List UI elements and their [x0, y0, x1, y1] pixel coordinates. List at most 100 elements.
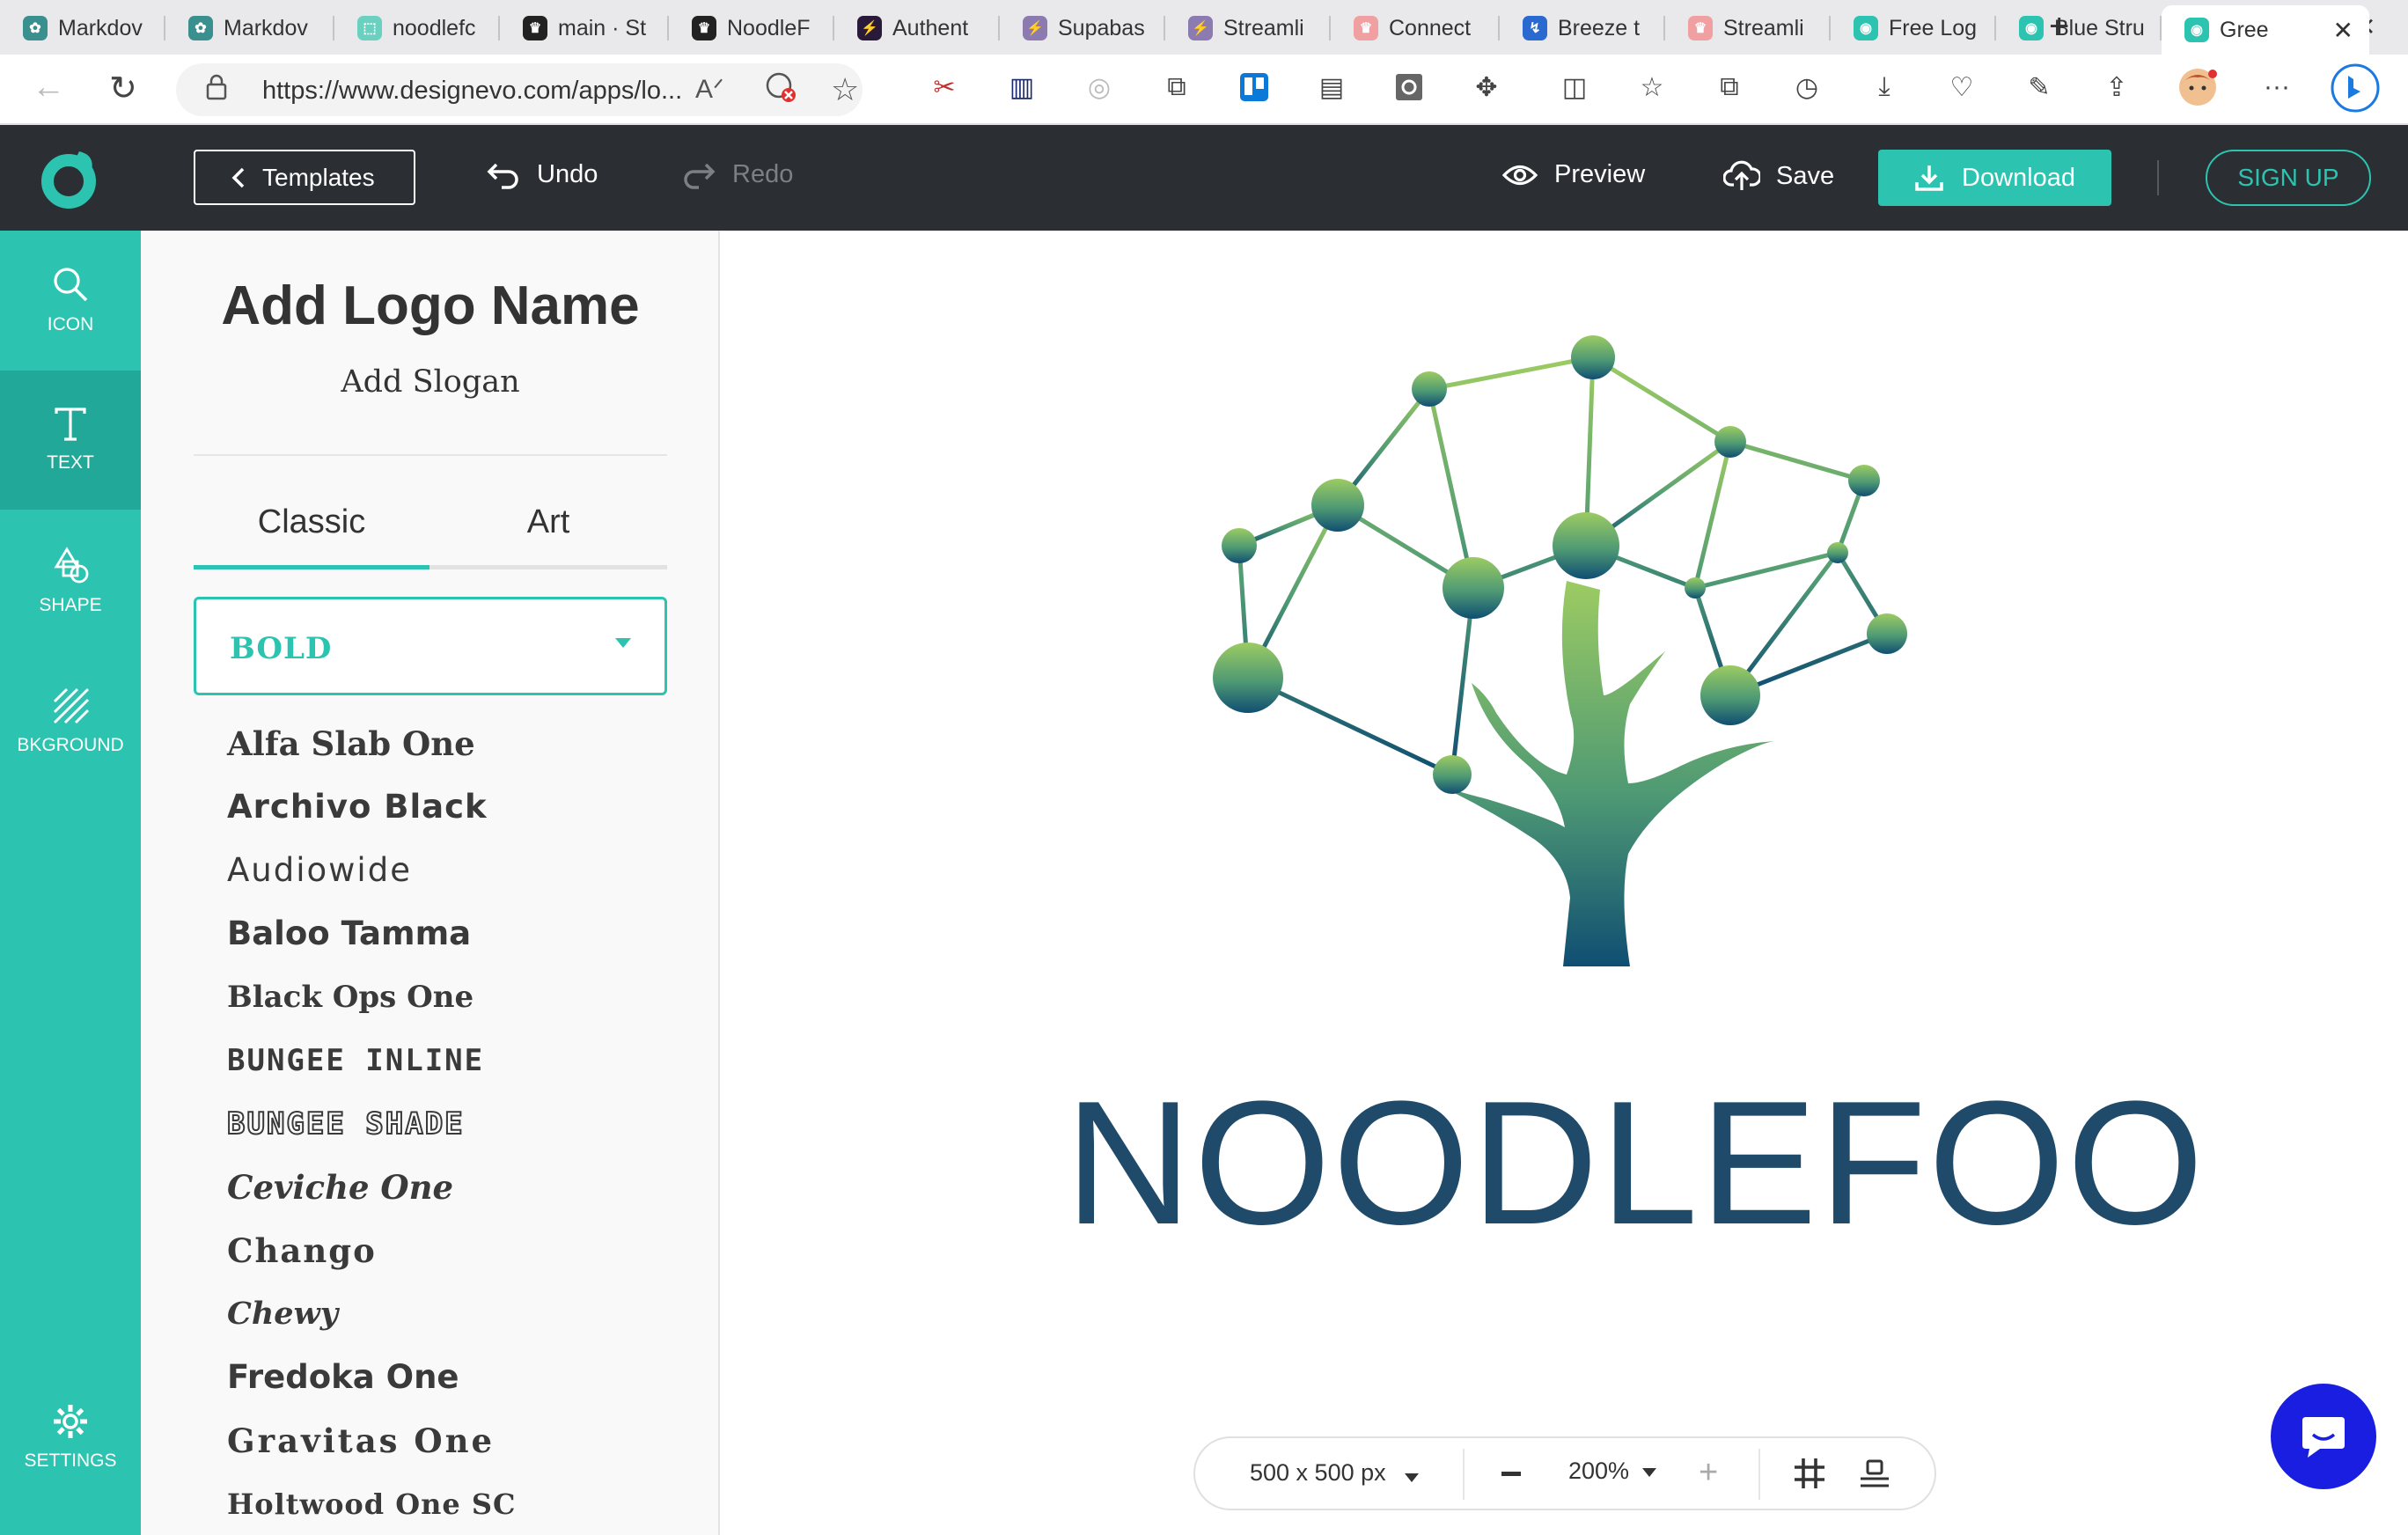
- refresh-icon[interactable]: ↻: [109, 69, 137, 108]
- templates-button[interactable]: Templates: [194, 150, 415, 205]
- font-list-item[interactable]: Gravitas One: [227, 1421, 685, 1484]
- preview-button[interactable]: Preview: [1501, 160, 1645, 189]
- browser-tab[interactable]: ⬚ noodlefc: [334, 7, 500, 49]
- extension-books-icon[interactable]: ▥: [1005, 70, 1039, 104]
- zoom-in-button[interactable]: +: [1699, 1454, 1718, 1492]
- font-category-dropdown[interactable]: BOLD: [194, 597, 667, 695]
- font-list-item[interactable]: Ceviche One: [227, 1167, 685, 1230]
- profile-avatar[interactable]: [2177, 67, 2218, 107]
- chevron-left-icon: [231, 167, 245, 187]
- font-list-item[interactable]: Archivo Black: [227, 787, 685, 850]
- font-list-item[interactable]: Alfa Slab One: [227, 723, 685, 787]
- add-slogan-button[interactable]: Add Slogan: [141, 364, 720, 400]
- font-list-item[interactable]: Fredoka One: [227, 1357, 685, 1421]
- browser-tab[interactable]: ⚡ Streamli: [1165, 7, 1331, 49]
- rail-item-text[interactable]: TEXT: [0, 371, 141, 510]
- logo-wordmark[interactable]: NOODLEFOO: [1065, 1076, 2204, 1252]
- save-button[interactable]: Save: [1723, 160, 1834, 192]
- rail-background-label: BKGROUND: [17, 735, 124, 755]
- rail-item-icon[interactable]: ICON: [0, 231, 141, 370]
- font-list-item[interactable]: Holtwood One SC: [227, 1484, 685, 1535]
- font-list-item[interactable]: Chango: [227, 1230, 685, 1294]
- canvas-toolbar: 500 x 500 px 200% +: [1193, 1436, 1936, 1510]
- font-list-item[interactable]: Audiowide: [227, 850, 685, 914]
- browser-tab[interactable]: ↯ Breeze t: [1500, 7, 1665, 49]
- zoom-level-dropdown[interactable]: 200%: [1568, 1458, 1629, 1485]
- preview-label: Preview: [1554, 160, 1646, 188]
- browser-tab[interactable]: ◉ Free Log: [1831, 7, 1996, 49]
- chat-support-button[interactable]: [2271, 1384, 2376, 1489]
- extensions-puzzle-icon[interactable]: ✥: [1470, 70, 1503, 104]
- rail-item-shape[interactable]: SHAPE: [0, 511, 141, 650]
- toolbar-divider: [1463, 1449, 1465, 1500]
- caret-down-icon[interactable]: [1405, 1473, 1419, 1482]
- browser-tab[interactable]: ⚡ Supabas: [1000, 7, 1165, 49]
- split-screen-icon[interactable]: ◫: [1558, 70, 1591, 104]
- tab-title: noodlefc: [393, 15, 476, 40]
- browser-essentials-icon[interactable]: ♡: [1945, 70, 1979, 104]
- font-list-item[interactable]: BUNGEE SHADE: [226, 1104, 685, 1167]
- tree-network-logo-icon[interactable]: [1197, 326, 1936, 977]
- history-icon[interactable]: ◷: [1790, 70, 1824, 104]
- downloads-icon[interactable]: ⤓: [1868, 70, 1901, 104]
- rail-settings-label: SETTINGS: [24, 1451, 117, 1471]
- copilot-edit-icon[interactable]: ✎: [2023, 70, 2056, 104]
- rail-item-background[interactable]: BKGROUND: [0, 651, 141, 790]
- extension-o-icon[interactable]: [1392, 70, 1426, 104]
- browser-tab[interactable]: ◉ Gree ✕: [2162, 5, 2369, 55]
- tab-favicon-icon: ⚡: [857, 16, 882, 40]
- browser-tab[interactable]: ✿ Markdov: [0, 7, 165, 49]
- redo-button[interactable]: Redo: [681, 160, 793, 189]
- download-icon: [1915, 165, 1943, 191]
- sign-up-button[interactable]: SIGN UP: [2206, 150, 2371, 206]
- browser-tab[interactable]: ♛ Streamli: [1665, 7, 1831, 49]
- browser-tab[interactable]: ⚡ Authent: [834, 7, 1000, 49]
- font-list-item[interactable]: Black Ops One: [227, 977, 685, 1040]
- font-list-item[interactable]: BUNGEE INLINE: [227, 1040, 685, 1104]
- font-list-item[interactable]: Baloo Tamma: [227, 914, 685, 977]
- browser-tab[interactable]: ♛ main · St: [500, 7, 669, 49]
- zoom-out-button[interactable]: [1501, 1472, 1521, 1476]
- rail-icon-label: ICON: [47, 314, 94, 334]
- read-aloud-icon[interactable]: Aᐟ: [695, 74, 724, 105]
- font-list-item[interactable]: Chewy: [227, 1294, 685, 1357]
- canvas-size-dropdown[interactable]: 500 x 500 px: [1250, 1459, 1386, 1487]
- url-field[interactable]: https://www.designevo.com/apps/lo... Aᐟ …: [176, 63, 863, 116]
- extension-doc-icon[interactable]: ▤: [1315, 70, 1348, 104]
- shapes-icon: [54, 547, 89, 584]
- browser-tab[interactable]: ♛ NoodleF: [669, 7, 834, 49]
- designevo-logo[interactable]: [37, 146, 102, 211]
- browser-tab[interactable]: ✿ Markdov: [165, 7, 334, 49]
- tracking-prevention-icon[interactable]: [764, 70, 797, 104]
- favorite-star-icon[interactable]: ☆: [831, 71, 859, 108]
- extension-scissors-icon[interactable]: ✂: [928, 70, 961, 104]
- align-center-icon[interactable]: [1857, 1458, 1892, 1493]
- tab-favicon-icon: ⬚: [357, 16, 382, 40]
- tab-favicon-icon: ♛: [692, 16, 716, 40]
- add-logo-name-button[interactable]: Add Logo Name: [141, 275, 720, 337]
- extension-translate-icon[interactable]: ⧉: [1160, 70, 1193, 104]
- caret-down-icon[interactable]: [1642, 1468, 1656, 1477]
- extension-circle-icon[interactable]: ◎: [1083, 70, 1116, 104]
- browser-tab[interactable]: ♛ Connect: [1331, 7, 1500, 49]
- bing-copilot-icon[interactable]: [2331, 63, 2380, 113]
- favorites-icon[interactable]: ☆: [1635, 70, 1669, 104]
- settings-more-icon[interactable]: ···: [2260, 70, 2294, 104]
- tab-classic[interactable]: Classic: [194, 503, 429, 541]
- tab-art[interactable]: Art: [429, 503, 667, 541]
- trello-icon[interactable]: [1237, 70, 1271, 104]
- tab-favicon-icon: ⚡: [1023, 16, 1047, 40]
- undo-button[interactable]: Undo: [486, 160, 598, 189]
- rail-item-settings[interactable]: SETTINGS: [0, 1368, 141, 1507]
- save-label: Save: [1776, 161, 1835, 190]
- back-arrow-icon[interactable]: ←: [32, 69, 65, 106]
- share-icon[interactable]: ⇪: [2100, 70, 2133, 104]
- tab-favicon-icon: ♛: [1688, 16, 1713, 40]
- download-button[interactable]: Download: [1878, 150, 2111, 206]
- tab-favicon-icon: ♛: [1354, 16, 1378, 40]
- collections-icon[interactable]: ⧉: [1713, 70, 1746, 104]
- browser-tab[interactable]: ◉ Blue Stru: [1996, 7, 2162, 49]
- tab-favicon-icon: ✿: [23, 16, 48, 40]
- close-tab-icon[interactable]: ✕: [2333, 16, 2353, 45]
- grid-icon[interactable]: [1792, 1456, 1827, 1491]
